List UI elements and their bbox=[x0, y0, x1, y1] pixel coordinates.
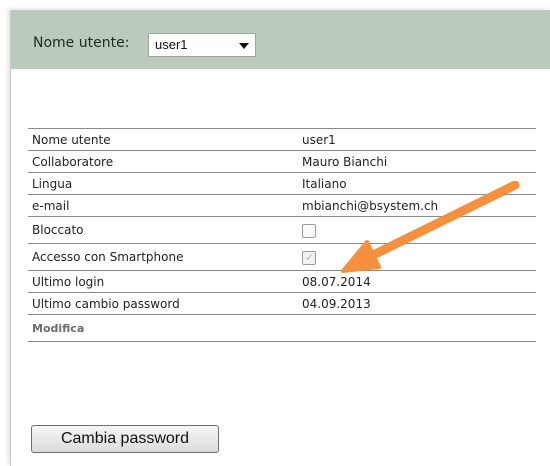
chevron-down-icon bbox=[239, 43, 249, 49]
edit-cell: Modifica bbox=[28, 314, 536, 342]
change-password-button[interactable]: Cambia password bbox=[31, 425, 219, 453]
bloccato-checkbox[interactable] bbox=[302, 223, 316, 238]
smartphone-access-checkbox bbox=[302, 250, 316, 265]
user-select-dropdown[interactable]: user1 bbox=[148, 33, 256, 57]
row-label-email: e-mail bbox=[28, 194, 298, 217]
table-row: Ultimo cambio password 04.09.2013 bbox=[28, 292, 536, 315]
table-row: Nome utente user1 bbox=[28, 128, 536, 151]
row-label-smartphone: Accesso con Smartphone bbox=[28, 243, 298, 271]
arrow-shaft bbox=[360, 181, 520, 264]
modifica-link[interactable]: Modifica bbox=[32, 322, 84, 335]
table-row: Collaboratore Mauro Bianchi bbox=[28, 150, 536, 173]
row-label-nome-utente: Nome utente bbox=[28, 128, 298, 151]
arrow-head bbox=[341, 240, 381, 273]
arrow-annotation-icon bbox=[341, 181, 520, 273]
table-row: Modifica bbox=[28, 314, 536, 342]
row-label-collaboratore: Collaboratore bbox=[28, 150, 298, 173]
row-label-bloccato: Bloccato bbox=[28, 216, 298, 244]
user-select-label: Nome utente: bbox=[33, 35, 130, 51]
row-label-ultimo-cambio-password: Ultimo cambio password bbox=[28, 292, 298, 315]
row-value-collaboratore: Mauro Bianchi bbox=[298, 150, 536, 173]
row-label-lingua: Lingua bbox=[28, 172, 298, 195]
user-settings-panel: Nome utente: user1 Nome utente user1 Col… bbox=[10, 10, 550, 466]
row-label-ultimo-login: Ultimo login bbox=[28, 270, 298, 293]
user-select-value: user1 bbox=[155, 37, 188, 52]
row-value-nome-utente: user1 bbox=[298, 128, 536, 151]
header-bar: Nome utente: user1 bbox=[11, 11, 550, 69]
row-value-ultimo-cambio-password: 04.09.2013 bbox=[298, 292, 536, 315]
